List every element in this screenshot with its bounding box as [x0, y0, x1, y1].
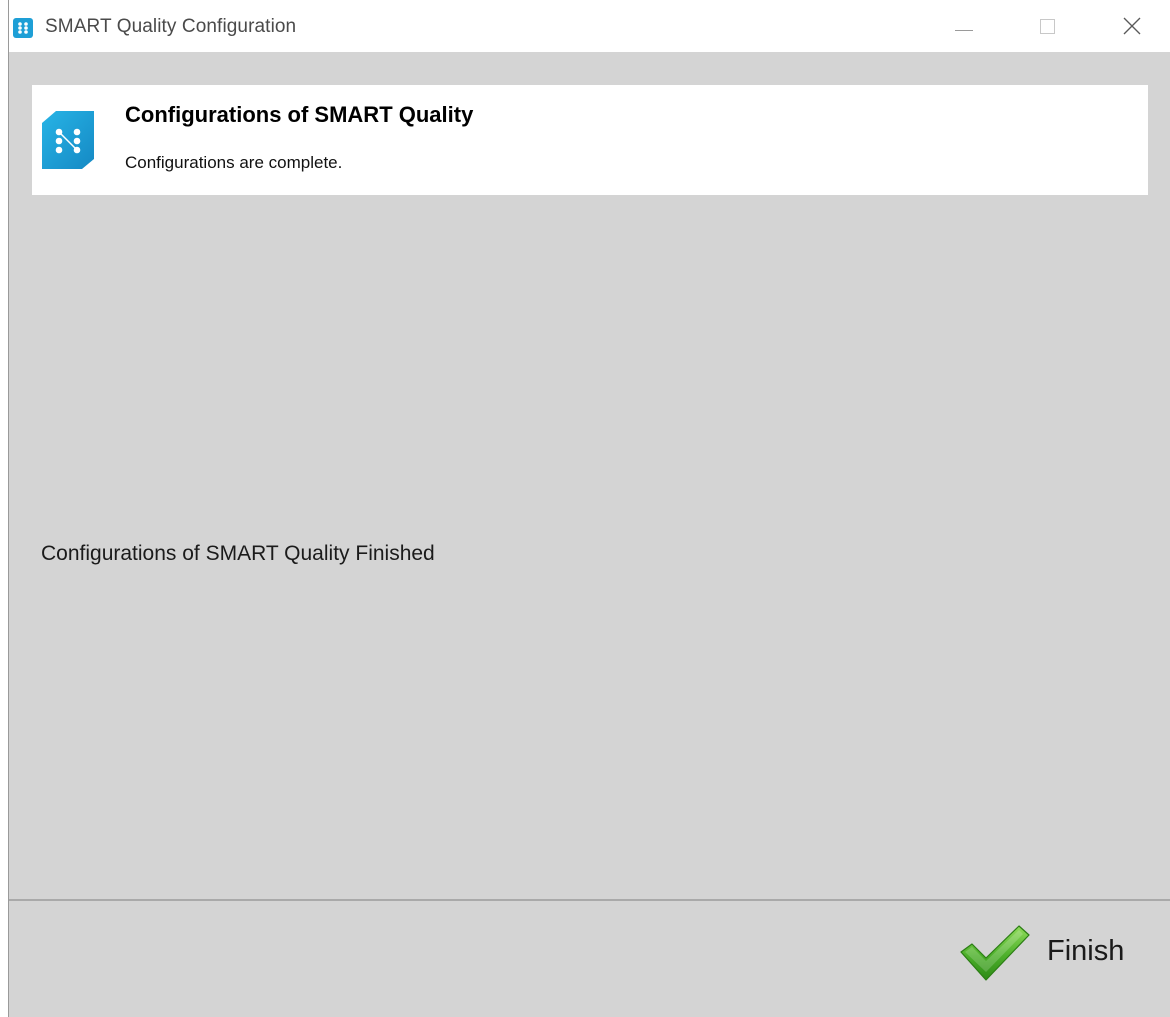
smart-quality-logo-icon: [42, 111, 94, 169]
close-icon: [1123, 17, 1141, 35]
maximize-button[interactable]: [1014, 0, 1084, 52]
title-bar[interactable]: SMART Quality Configuration: [9, 0, 1170, 52]
window-title: SMART Quality Configuration: [45, 16, 297, 37]
minimize-button[interactable]: [929, 0, 999, 52]
header-title: Configurations of SMART Quality: [125, 102, 474, 127]
completion-message: Configurations of SMART Quality Finished: [41, 542, 435, 565]
app-icon: [13, 18, 33, 38]
green-checkmark-icon: [960, 925, 1030, 981]
configuration-window: SMART Quality Configuration Configuratio…: [8, 0, 1170, 1017]
footer-divider: [9, 899, 1170, 901]
header-subtitle: Configurations are complete.: [125, 153, 343, 172]
finish-label: Finish: [1047, 935, 1125, 967]
finish-button[interactable]: Finish: [953, 918, 1143, 988]
close-button[interactable]: [1097, 0, 1167, 52]
header-panel: Configurations of SMART Quality Configur…: [32, 85, 1148, 195]
